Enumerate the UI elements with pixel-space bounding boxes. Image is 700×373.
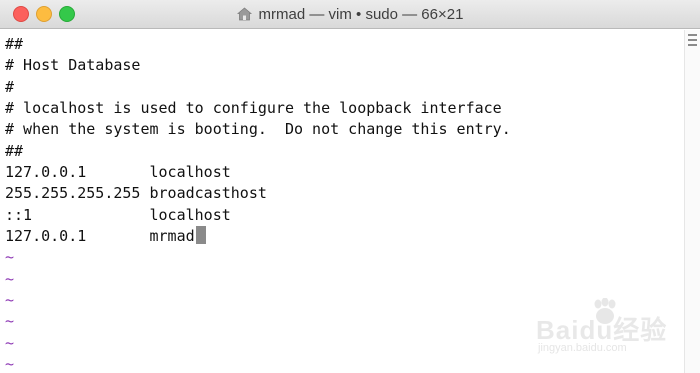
terminal-line: # when the system is booting. Do not cha… — [5, 119, 684, 140]
empty-line-tilde: ~ — [5, 312, 15, 331]
terminal-line-text: # localhost is used to configure the loo… — [5, 99, 502, 118]
terminal-line: ## — [5, 141, 684, 162]
window-title: mrmad — vim • sudo — 66×21 — [258, 6, 464, 23]
scroll-grip-icon[interactable] — [688, 34, 697, 50]
terminal-content[interactable]: ## # Host Database # # localhost is used to… — [0, 30, 684, 373]
terminal-line-text: # when the system is booting. Do not cha… — [5, 120, 511, 139]
text-cursor — [195, 226, 206, 245]
terminal-line-text: ## — [5, 141, 24, 160]
terminal-line: ::1 localhost — [5, 205, 684, 226]
terminal-line-text: 127.0.0.1 localhost — [5, 163, 231, 182]
empty-line-tilde: ~ — [5, 269, 15, 288]
terminal-line-text: 127.0.0.1 mrmad — [5, 227, 195, 246]
empty-line-tilde: ~ — [5, 333, 15, 352]
terminal-line-text: # Host Database — [5, 56, 141, 75]
terminal-line-text: # — [5, 77, 15, 96]
terminal-line: ## — [5, 34, 684, 55]
terminal-line: 127.0.0.1 mrmad — [5, 226, 684, 247]
empty-line-tilde: ~ — [5, 248, 15, 267]
terminal-line-text: ## — [5, 35, 24, 53]
window-title-area: mrmad — vim • sudo — 66×21 — [0, 0, 700, 29]
terminal-line: 127.0.0.1 localhost — [5, 162, 684, 183]
vertical-scrollbar[interactable] — [684, 30, 700, 373]
empty-line-tilde: ~ — [5, 291, 15, 310]
terminal-line: # — [5, 77, 684, 98]
terminal-line: 255.255.255.255 broadcasthost — [5, 183, 684, 204]
terminal-line: # Host Database — [5, 55, 684, 76]
terminal-window: mrmad — vim • sudo — 66×21 ## # Host Data… — [0, 0, 700, 373]
terminal-line: # localhost is used to configure the loo… — [5, 98, 684, 119]
title-bar[interactable]: mrmad — vim • sudo — 66×21 — [0, 0, 700, 29]
home-folder-icon — [236, 7, 252, 21]
terminal-line-text: ::1 localhost — [5, 205, 231, 224]
terminal-line-text: 255.255.255.255 broadcasthost — [5, 184, 267, 203]
empty-line-tilde: ~ — [5, 355, 15, 373]
